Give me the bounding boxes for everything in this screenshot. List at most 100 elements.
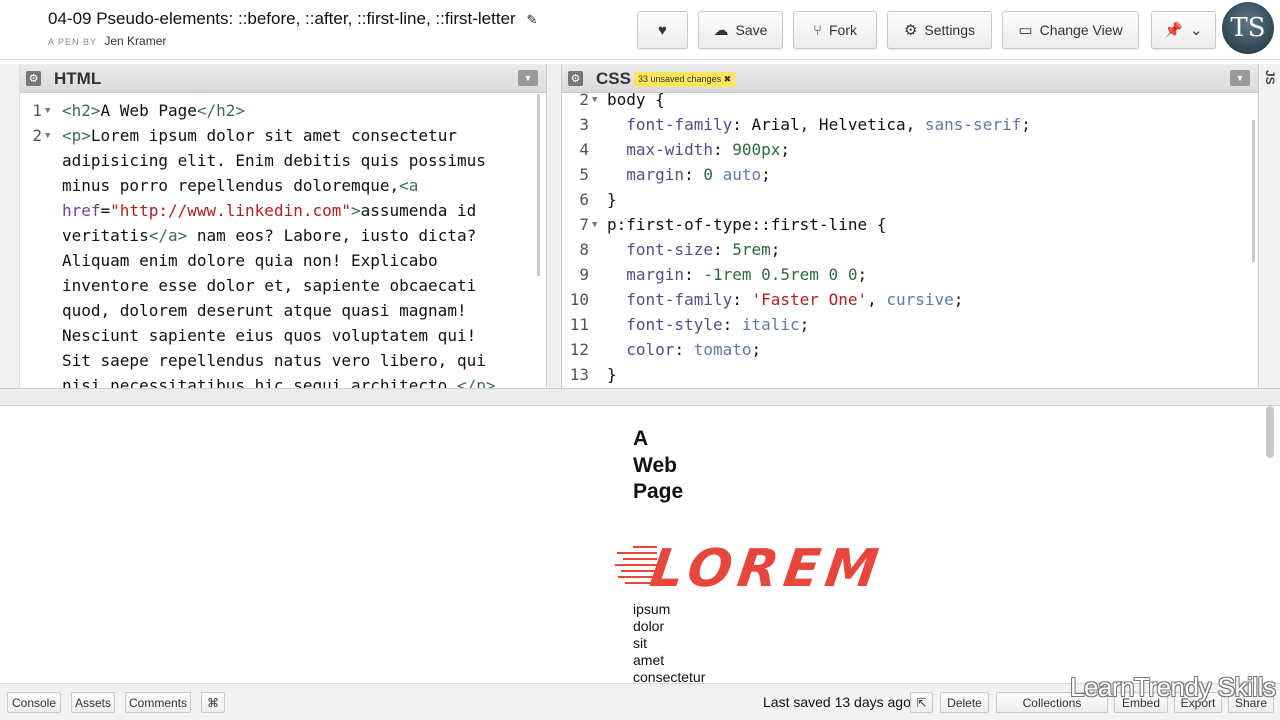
code-line[interactable]: 3 font-family: Arial, Helvetica, sans-se… bbox=[562, 112, 1258, 137]
code-text: } bbox=[607, 365, 617, 384]
line-number: 1 bbox=[32, 101, 42, 120]
code-line[interactable]: inventore esse dolor et, sapiente obcaec… bbox=[20, 273, 546, 298]
preview-word: consectetur bbox=[633, 669, 706, 682]
comments-button[interactable]: Comments bbox=[125, 692, 191, 713]
code-text: <h2>A Web Page</h2> bbox=[62, 101, 246, 120]
console-button[interactable]: Console bbox=[7, 692, 61, 713]
code-line[interactable]: 9 margin: -1rem 0.5rem 0 0; bbox=[562, 262, 1258, 287]
code-line[interactable]: 10 font-family: 'Faster One', cursive; bbox=[562, 287, 1258, 312]
css-editor-title: CSS bbox=[596, 69, 631, 88]
fold-arrow-icon[interactable]: ▼ bbox=[45, 124, 50, 149]
code-text: href="http://www.linkedin.com">assumenda… bbox=[62, 201, 477, 220]
assets-button[interactable]: Assets bbox=[71, 692, 115, 713]
code-text: color: tomato; bbox=[626, 340, 762, 359]
html-scrollbar[interactable] bbox=[537, 94, 540, 276]
code-line[interactable]: 6} bbox=[562, 187, 1258, 212]
save-button[interactable]: ☁ Save bbox=[698, 11, 783, 49]
settings-button[interactable]: ⚙ Settings bbox=[887, 11, 992, 49]
change-view-button[interactable]: ▭ Change View bbox=[1002, 11, 1139, 49]
heading-line: A bbox=[633, 427, 649, 450]
pen-title[interactable]: 04-09 Pseudo-elements: ::before, ::after… bbox=[48, 9, 537, 29]
code-line[interactable]: href="http://www.linkedin.com">assumenda… bbox=[20, 198, 546, 223]
avatar[interactable]: TS bbox=[1222, 2, 1274, 54]
like-button[interactable]: ♥ bbox=[637, 11, 688, 49]
code-line[interactable]: Nesciunt sapiente eius quos voluptatem q… bbox=[20, 323, 546, 348]
fork-icon: ⑂ bbox=[812, 21, 822, 39]
code-line[interactable]: Sit saepe repellendus natus vero libero,… bbox=[20, 348, 546, 373]
html-code-area[interactable]: 1 ▼ <h2>A Web Page</h2> 2 ▼ <p>Lorem ipsum do… bbox=[20, 94, 546, 388]
code-line[interactable]: 13} bbox=[562, 362, 1258, 387]
css-collapse-chevron-icon[interactable]: ▼ bbox=[1230, 70, 1250, 86]
line-number: 8 bbox=[579, 240, 589, 259]
code-text: } bbox=[607, 190, 617, 209]
keyboard-shortcuts-button[interactable]: ⌘ bbox=[201, 692, 225, 713]
fork-button[interactable]: ⑂ Fork bbox=[793, 11, 877, 49]
delete-button[interactable]: Delete bbox=[940, 692, 989, 713]
code-text: minus porro repellendus doloremque,<a bbox=[62, 176, 419, 195]
watermark-text: LearnTrendy Skills bbox=[1070, 672, 1276, 702]
line-number: 10 bbox=[569, 290, 589, 309]
line-number: 2 bbox=[32, 126, 42, 145]
css-settings-gear-icon[interactable]: ⚙ bbox=[568, 71, 583, 86]
line-number: 12 bbox=[569, 340, 589, 359]
preview-heading: A Web Page bbox=[633, 426, 703, 506]
css-scrollbar[interactable] bbox=[1252, 120, 1255, 262]
code-line[interactable]: 7 ▼ p:first-of-type::first-line { bbox=[562, 212, 1258, 237]
code-line[interactable]: 1 ▼ <h2>A Web Page</h2> bbox=[20, 98, 546, 123]
line-number: 3 bbox=[579, 115, 589, 134]
html-settings-gear-icon[interactable]: ⚙ bbox=[26, 71, 41, 86]
pen-author: A PEN BY Jen Kramer bbox=[48, 34, 166, 48]
code-line[interactable]: 8 font-size: 5rem; bbox=[562, 237, 1258, 262]
cloud-icon: ☁ bbox=[713, 22, 729, 39]
pin-icon: 📌 bbox=[1164, 22, 1184, 39]
code-line[interactable]: 12 color: tomato; bbox=[562, 337, 1258, 362]
code-text: margin: -1rem 0.5rem 0 0; bbox=[626, 265, 868, 284]
fold-arrow-icon[interactable]: ▼ bbox=[592, 213, 597, 238]
line-number: 4 bbox=[579, 140, 589, 159]
layout-icon: ▭ bbox=[1018, 22, 1033, 39]
pin-button[interactable]: 📌 ⌄ bbox=[1151, 11, 1216, 49]
unsaved-changes-badge[interactable]: 33 unsaved changes ✖ bbox=[634, 72, 736, 87]
code-line[interactable]: 11 font-style: italic; bbox=[562, 312, 1258, 337]
code-text: font-size: 5rem; bbox=[626, 240, 781, 259]
css-editor[interactable]: ⚙ CSS 33 unsaved changes ✖ ▼ 2 ▼ body {3 f… bbox=[562, 64, 1258, 388]
header: 04-09 Pseudo-elements: ::before, ::after… bbox=[0, 0, 1280, 60]
fold-arrow-icon[interactable]: ▼ bbox=[592, 88, 597, 113]
preview-scrollbar[interactable] bbox=[1266, 406, 1274, 458]
author-name[interactable]: Jen Kramer bbox=[104, 34, 166, 48]
code-line[interactable]: adipisicing elit. Enim debitis quis poss… bbox=[20, 148, 546, 173]
code-line[interactable]: minus porro repellendus doloremque,<a bbox=[20, 173, 546, 198]
first-line-lorem: LOREM bbox=[615, 539, 888, 592]
code-text: font-style: italic; bbox=[626, 315, 810, 334]
code-line[interactable]: 4 max-width: 900px; bbox=[562, 137, 1258, 162]
html-editor[interactable]: ⚙ HTML ▼ 1 ▼ <h2>A Web Page</h2> 2 ▼ <p>Lorem… bbox=[20, 64, 546, 388]
preview-word: ipsum bbox=[633, 601, 671, 617]
editor-divider[interactable] bbox=[546, 64, 562, 388]
code-text: Aliquam enim dolore quia non! Explicabo bbox=[62, 251, 438, 270]
code-text: quod, dolorem deserunt atque quasi magna… bbox=[62, 301, 467, 320]
code-line[interactable]: quod, dolorem deserunt atque quasi magna… bbox=[20, 298, 546, 323]
code-text: <p>Lorem ipsum dolor sit amet consectetu… bbox=[62, 126, 457, 145]
edit-pencil-icon[interactable]: ✎ bbox=[526, 12, 537, 28]
code-line[interactable]: 2 ▼ body { bbox=[562, 87, 1258, 112]
pen-by-label: A PEN BY bbox=[48, 37, 98, 47]
code-line[interactable]: 2 ▼ <p>Lorem ipsum dolor sit amet consecte… bbox=[20, 123, 546, 148]
lorem-word: LOREM bbox=[646, 539, 887, 592]
html-editor-title: HTML bbox=[54, 69, 102, 88]
code-text: nisi necessitatibus hic sequi architecto… bbox=[62, 376, 496, 388]
code-line[interactable]: nisi necessitatibus hic sequi architecto… bbox=[20, 373, 546, 388]
html-collapse-chevron-icon[interactable]: ▼ bbox=[518, 70, 538, 86]
settings-label: Settings bbox=[924, 22, 976, 38]
fold-arrow-icon[interactable]: ▼ bbox=[45, 99, 50, 124]
code-text: inventore esse dolor et, sapiente obcaec… bbox=[62, 276, 477, 295]
code-line[interactable]: Aliquam enim dolore quia non! Explicabo bbox=[20, 248, 546, 273]
preview-resizer[interactable] bbox=[0, 388, 1280, 406]
code-line[interactable]: 5 margin: 0 auto; bbox=[562, 162, 1258, 187]
last-saved-text: Last saved 13 days ago bbox=[763, 694, 911, 710]
line-number: 13 bbox=[569, 365, 589, 384]
open-external-button[interactable]: ⇱ bbox=[910, 692, 933, 713]
js-editor-collapsed[interactable]: JS bbox=[1258, 64, 1280, 388]
code-text: margin: 0 auto; bbox=[626, 165, 771, 184]
code-line[interactable]: veritatis</a> nam eos? Labore, iusto dic… bbox=[20, 223, 546, 248]
css-code-area[interactable]: 2 ▼ body {3 font-family: Arial, Helvetica,… bbox=[562, 90, 1258, 388]
